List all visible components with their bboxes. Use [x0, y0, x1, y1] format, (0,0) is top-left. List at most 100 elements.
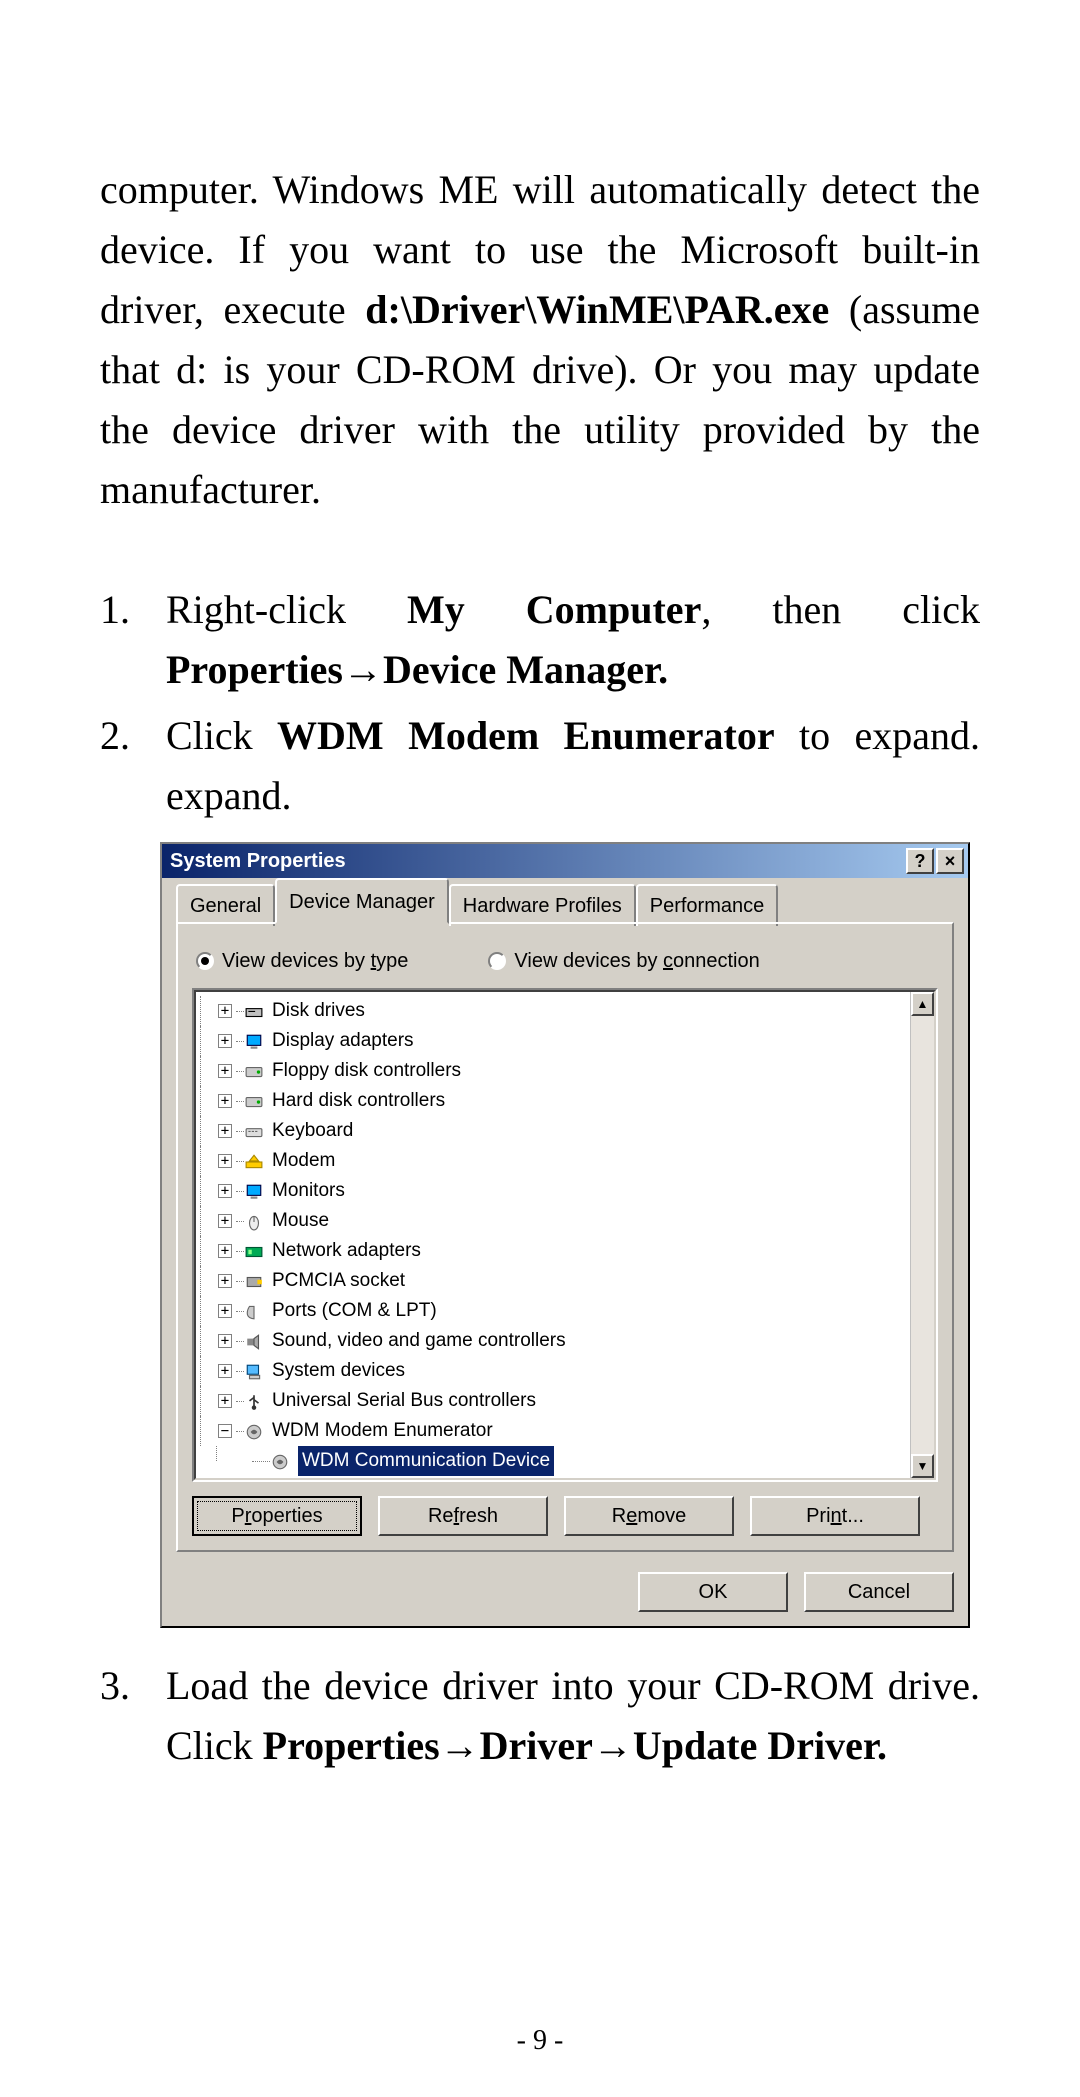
radio-label: View devices by type: [222, 946, 408, 976]
tree-item[interactable]: + Disk drives: [200, 996, 934, 1026]
intro-paragraph: computer. Windows ME will automatically …: [100, 160, 980, 520]
bold-wdm-modem-enumerator: WDM Modem Enumerator: [277, 713, 775, 758]
tree-item-label: Mouse: [272, 1206, 329, 1236]
tree-item[interactable]: +Monitors: [200, 1176, 934, 1206]
button-label: OK: [699, 1577, 728, 1607]
arrow-icon: →: [343, 647, 383, 692]
ok-button[interactable]: OK: [638, 1572, 788, 1612]
device-icon: [244, 1001, 266, 1021]
list-item: 1. Right-click My Computer, then click P…: [100, 580, 980, 700]
tree-item[interactable]: + Keyboard: [200, 1116, 934, 1146]
expander-icon[interactable]: +: [218, 1124, 232, 1138]
expander-icon[interactable]: −: [218, 1424, 232, 1438]
expander-icon[interactable]: +: [218, 1364, 232, 1378]
button-label: Remove: [612, 1501, 686, 1531]
tree-item[interactable]: + System devices: [200, 1356, 934, 1386]
device-tree[interactable]: ▲ ▼ + Disk drives + Display adapters + Floppy…: [194, 990, 936, 1480]
tree-item[interactable]: + Sound, video and game controllers: [200, 1326, 934, 1356]
tree-item[interactable]: +Universal Serial Bus controllers: [200, 1386, 934, 1416]
tree-item-label: Display adapters: [272, 1026, 414, 1056]
scrollbar[interactable]: ▲ ▼: [910, 992, 934, 1478]
tree-item[interactable]: +Network adapters: [200, 1236, 934, 1266]
tab-hardware-profiles[interactable]: Hardware Profiles: [449, 884, 636, 926]
tree-item[interactable]: +Modem: [200, 1146, 934, 1176]
close-button[interactable]: ×: [936, 848, 964, 874]
tree-item[interactable]: + Mouse: [200, 1206, 934, 1236]
tab-strip: General Device Manager Hardware Profiles…: [176, 888, 954, 924]
help-button[interactable]: ?: [906, 848, 934, 874]
device-icon: [244, 1061, 266, 1081]
bold-properties: Properties: [263, 1723, 440, 1768]
text: to expand.: [775, 713, 980, 758]
chevron-up-icon: ▲: [917, 995, 929, 1013]
bold-properties: Properties: [166, 647, 343, 692]
tab-label: Performance: [650, 895, 765, 917]
expander-icon[interactable]: +: [218, 1154, 232, 1168]
tree-item[interactable]: +Ports (COM & LPT): [200, 1296, 934, 1326]
arrow-icon: →: [593, 1723, 633, 1768]
device-icon: [244, 1271, 266, 1291]
tree-item-label: Floppy disk controllers: [272, 1056, 461, 1086]
radio-view-by-type[interactable]: View devices by type: [196, 946, 408, 976]
radio-icon: [488, 952, 506, 970]
scroll-track[interactable]: [911, 1016, 934, 1454]
device-icon: [244, 1211, 266, 1231]
tree-item[interactable]: −WDM Modem Enumerator: [200, 1416, 934, 1446]
tab-panel: View devices by type View devices by con…: [176, 922, 954, 1552]
radio-icon: [196, 952, 214, 970]
tree-item[interactable]: + Display adapters: [200, 1026, 934, 1056]
device-icon: [244, 1031, 266, 1051]
refresh-button[interactable]: Refresh: [378, 1496, 548, 1536]
step-number: 3.: [100, 1656, 136, 1776]
expander-icon[interactable]: +: [218, 1274, 232, 1288]
title-bar: System Properties ? ×: [162, 844, 968, 878]
tree-item-label: System devices: [272, 1356, 405, 1386]
device-icon: [244, 1121, 266, 1141]
expander-icon[interactable]: +: [218, 1004, 232, 1018]
tab-label: Hardware Profiles: [463, 895, 622, 917]
tab-performance[interactable]: Performance: [636, 884, 779, 926]
tree-item-label: Hard disk controllers: [272, 1086, 445, 1116]
page-number: - 9 -: [0, 2025, 1080, 2057]
expander-icon[interactable]: +: [218, 1304, 232, 1318]
tab-device-manager[interactable]: Device Manager: [275, 878, 449, 924]
bold-device-manager: Device Manager.: [383, 647, 668, 692]
tree-item[interactable]: + PCMCIA socket: [200, 1266, 934, 1296]
tree-item[interactable]: + Floppy disk controllers: [200, 1056, 934, 1086]
device-icon: [244, 1331, 266, 1351]
expander-icon[interactable]: +: [218, 1214, 232, 1228]
device-icon: [244, 1421, 266, 1441]
expander-icon[interactable]: +: [218, 1094, 232, 1108]
properties-button[interactable]: Properties: [192, 1496, 362, 1536]
tab-general[interactable]: General: [176, 884, 275, 926]
expander-icon[interactable]: +: [218, 1064, 232, 1078]
tree-item-label: PCMCIA socket: [272, 1266, 405, 1296]
tab-label: Device Manager: [289, 891, 435, 913]
arrow-icon: →: [440, 1723, 480, 1768]
button-label: Refresh: [428, 1501, 498, 1531]
remove-button[interactable]: Remove: [564, 1496, 734, 1536]
list-item: 2. Click WDM Modem Enumerator to expand.…: [100, 706, 980, 826]
tree-item-label: Keyboard: [272, 1116, 353, 1146]
scroll-down-button[interactable]: ▼: [911, 1454, 934, 1478]
print-button[interactable]: Print...: [750, 1496, 920, 1536]
tree-item-child[interactable]: WDM Communication Device: [200, 1446, 934, 1476]
expander-icon[interactable]: +: [218, 1334, 232, 1348]
device-icon: [244, 1391, 266, 1411]
step-body: Click WDM Modem Enumerator to expand. ex…: [166, 706, 980, 826]
expander-icon[interactable]: +: [218, 1184, 232, 1198]
scroll-up-button[interactable]: ▲: [911, 992, 934, 1016]
tree-item[interactable]: + Hard disk controllers: [200, 1086, 934, 1116]
expander-icon[interactable]: +: [218, 1034, 232, 1048]
expander-icon[interactable]: +: [218, 1394, 232, 1408]
tree-item-label: Disk drives: [272, 996, 365, 1026]
close-icon: ×: [945, 848, 956, 875]
radio-view-by-connection[interactable]: View devices by connection: [488, 946, 759, 976]
expander-icon[interactable]: +: [218, 1244, 232, 1258]
tree-item-label: Sound, video and game controllers: [272, 1326, 566, 1356]
cancel-button[interactable]: Cancel: [804, 1572, 954, 1612]
button-label: Cancel: [848, 1577, 910, 1607]
bold-driver: Driver: [480, 1723, 593, 1768]
tree-item-label-selected: WDM Communication Device: [298, 1446, 554, 1476]
step-body: Load the device driver into your CD-ROM …: [166, 1656, 980, 1776]
